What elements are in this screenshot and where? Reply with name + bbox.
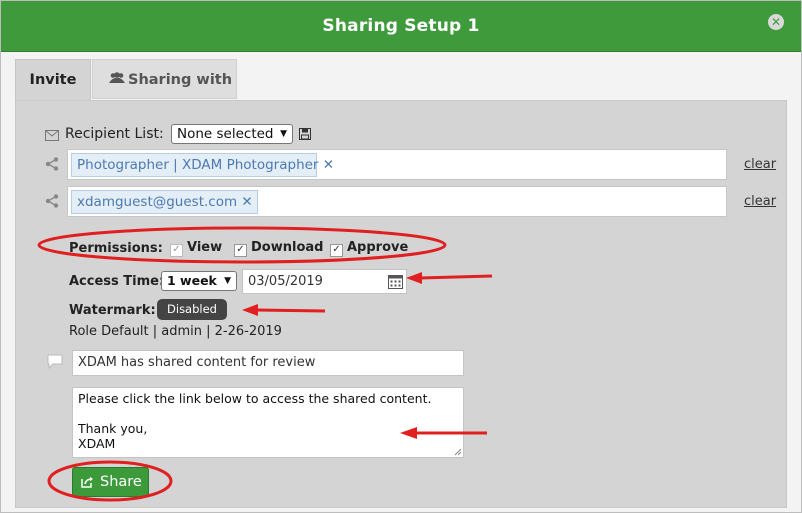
- access-time-value: 1 week: [167, 273, 217, 288]
- recipient-field-1[interactable]: Photographer | XDAM Photographer ✕: [67, 149, 727, 180]
- share-icon: [45, 157, 59, 171]
- clear-recipient-1-link[interactable]: clear: [744, 157, 776, 172]
- access-time-select[interactable]: 1 week ▼: [161, 271, 237, 291]
- access-time-label: Access Time:: [69, 274, 165, 289]
- watermark-status-badge[interactable]: Disabled: [157, 299, 227, 320]
- checkbox-checked-icon[interactable]: ✓: [234, 244, 247, 257]
- access-date-value: 03/05/2019: [248, 274, 323, 289]
- permission-view[interactable]: ✓ View: [170, 240, 222, 257]
- checkbox-checked-icon[interactable]: ✓: [170, 244, 183, 257]
- tab-invite[interactable]: Invite: [15, 59, 91, 101]
- chevron-down-icon: ▼: [224, 276, 231, 286]
- message-body-line: Please click the link below to access th…: [78, 391, 432, 406]
- share-button[interactable]: Share: [72, 467, 149, 497]
- permission-view-label: View: [187, 240, 223, 255]
- recipient-token-label: Photographer | XDAM Photographer: [77, 157, 319, 173]
- access-date-input[interactable]: 03/05/2019: [242, 269, 407, 294]
- permission-approve-label: Approve: [347, 240, 409, 255]
- permission-download[interactable]: ✓ Download: [234, 240, 323, 257]
- message-body-line: Thank you,: [78, 421, 148, 436]
- role-info: Role Default | admin | 2-26-2019: [69, 324, 282, 339]
- recipient-token-2: xdamguest@guest.com ✕: [71, 190, 258, 214]
- recipient-list-label: Recipient List:: [65, 126, 164, 142]
- tab-invite-label: Invite: [29, 72, 77, 88]
- save-icon[interactable]: [299, 128, 311, 140]
- permissions-label: Permissions:: [69, 241, 163, 256]
- envelope-icon: [45, 130, 59, 141]
- close-icon[interactable]: ✕: [768, 14, 784, 30]
- sharing-dialog: Sharing Setup 1 ✕ Invite Sharing with Re…: [0, 0, 802, 513]
- recipient-field-2[interactable]: xdamguest@guest.com ✕: [67, 186, 727, 217]
- checkbox-checked-icon[interactable]: ✓: [330, 244, 343, 257]
- share-icon: [45, 194, 59, 208]
- permission-download-label: Download: [251, 240, 324, 255]
- remove-token-icon[interactable]: ✕: [241, 194, 252, 210]
- tab-sharing-with[interactable]: Sharing with: [92, 59, 237, 99]
- remove-token-icon[interactable]: ✕: [323, 157, 334, 173]
- invite-panel: Recipient List: None selected ▼ Photograp…: [15, 100, 787, 508]
- calendar-icon[interactable]: [388, 274, 403, 289]
- message-subject-input[interactable]: XDAM has shared content for review: [72, 350, 464, 376]
- chevron-down-icon: ▼: [280, 129, 287, 139]
- recipient-list-select[interactable]: None selected ▼: [171, 124, 293, 144]
- external-share-icon: [81, 476, 93, 488]
- users-icon: [109, 72, 125, 83]
- share-button-label: Share: [100, 474, 142, 490]
- dialog-titlebar: Sharing Setup 1 ✕: [1, 1, 801, 52]
- recipient-list-value: None selected: [177, 126, 274, 142]
- recipient-token-label: xdamguest@guest.com: [77, 194, 238, 210]
- message-body-textarea[interactable]: Please click the link below to access th…: [72, 387, 464, 458]
- tab-sharing-with-label: Sharing with: [128, 72, 233, 88]
- message-subject-value: XDAM has shared content for review: [78, 355, 316, 370]
- dialog-title: Sharing Setup 1: [322, 16, 480, 36]
- message-body-line: XDAM: [78, 436, 116, 451]
- comment-icon: [47, 354, 63, 369]
- recipient-token-1: Photographer | XDAM Photographer ✕: [71, 153, 334, 177]
- resize-handle-icon[interactable]: [454, 448, 462, 456]
- clear-recipient-2-link[interactable]: clear: [744, 194, 776, 209]
- permission-approve[interactable]: ✓ Approve: [330, 240, 408, 257]
- watermark-label: Watermark:: [69, 303, 156, 318]
